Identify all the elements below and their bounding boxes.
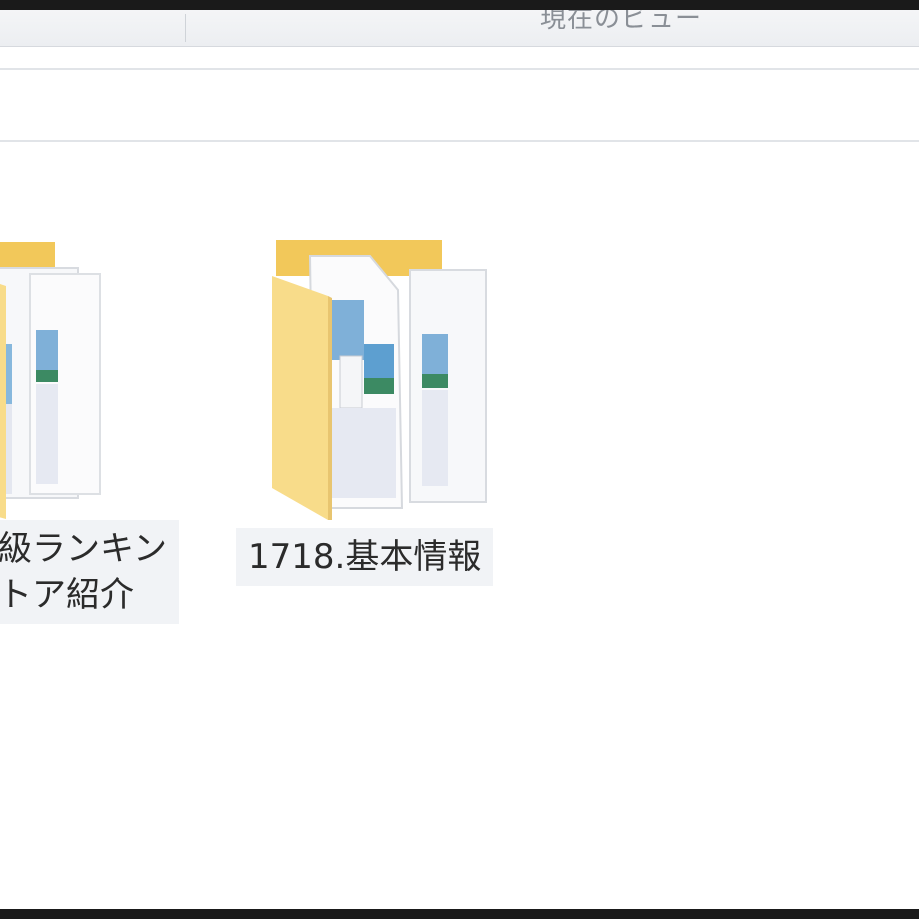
ribbon-view-tab[interactable]: 現在のビュー	[540, 10, 702, 35]
folder-with-documents-icon	[272, 240, 487, 520]
folder-item-partial[interactable]: 級ランキン トア紹介	[0, 142, 200, 642]
ribbon-tab-bar: 現在のビュー	[0, 10, 919, 47]
folder-item-1718[interactable]: 1718.基本情報	[230, 142, 530, 612]
folder-label-line1: 級ランキン	[0, 529, 167, 569]
explorer-window: 現在のビュー 級ランキン トア紹介 1718.基本情報	[0, 10, 919, 909]
address-bar[interactable]	[0, 68, 919, 142]
folder-label-1718: 1718.基本情報	[236, 528, 494, 586]
file-list-area: 級ランキン トア紹介 1718.基本情報	[0, 142, 919, 909]
folder-label-line2: トア紹介	[0, 575, 134, 615]
ribbon-divider	[185, 14, 186, 42]
window-frame-bottom	[0, 909, 919, 919]
folder-label-partial: 級ランキン トア紹介	[0, 520, 179, 624]
folder-with-documents-icon	[0, 242, 101, 519]
